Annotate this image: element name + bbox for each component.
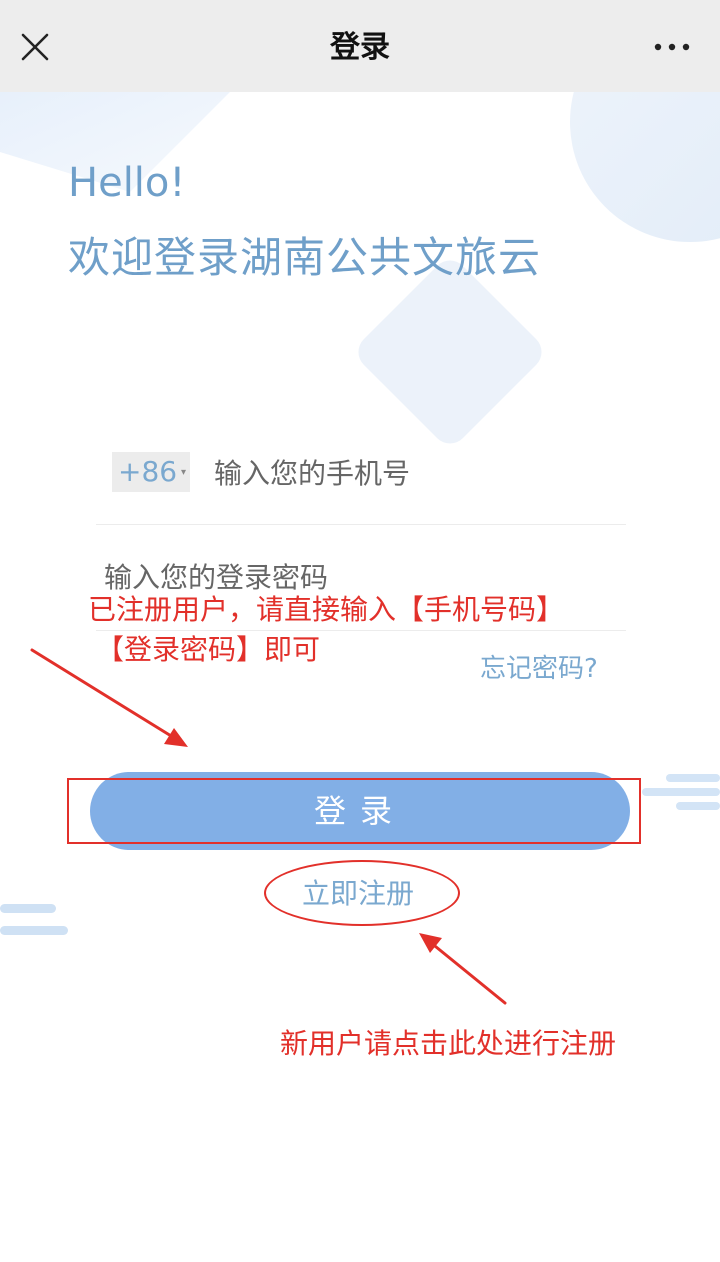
register-hint: 新用户请点击此处进行注册 [280, 1027, 617, 1060]
cloud-decoration-left [0, 904, 68, 935]
login-button-highlight-box [67, 778, 641, 844]
phone-input[interactable] [212, 450, 616, 496]
register-highlight-oval [264, 860, 460, 926]
cloud-decoration-right [642, 774, 720, 810]
hello-heading: Hello! [68, 160, 186, 206]
caret-down-icon: ▾ [180, 467, 186, 478]
more-icon[interactable] [652, 30, 692, 64]
forgot-password-link[interactable]: 忘记密码? [480, 648, 598, 685]
login-hint-line2: 【登录密码】即可 [96, 633, 321, 666]
arrow-to-register-icon [419, 933, 507, 1005]
country-code-select[interactable]: +86 ▾ [112, 452, 190, 492]
welcome-heading: 欢迎登录湖南公共文旅云 [68, 233, 542, 282]
phone-row: +86 ▾ [96, 440, 626, 525]
login-hint-line1: 已注册用户，请直接输入【手机号码】 [88, 593, 565, 626]
page-title: 登录 [330, 30, 390, 65]
top-bar: 登录 [0, 0, 720, 92]
country-code-value: +86 [118, 455, 178, 488]
